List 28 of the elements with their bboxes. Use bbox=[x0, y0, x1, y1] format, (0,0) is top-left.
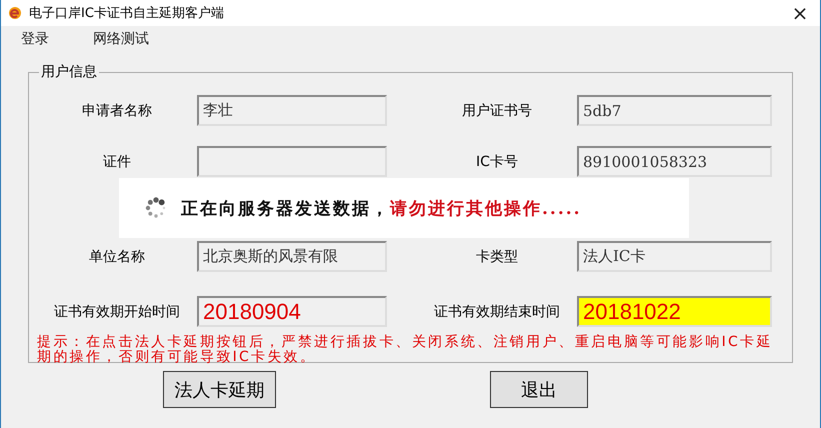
field-label: 证件 bbox=[102, 152, 132, 170]
input-field[interactable]: 20181022 bbox=[577, 296, 772, 327]
warning-message: 请勿进行其他操作..... bbox=[390, 198, 582, 220]
window-title: 电子口岸IC卡证书自主延期客户端 bbox=[29, 5, 224, 22]
input-field[interactable]: 20180904 bbox=[197, 296, 387, 327]
group-title: 用户信息 bbox=[40, 63, 98, 81]
menu-item[interactable]: 网络测试 bbox=[89, 30, 153, 48]
input-field[interactable]: 北京奥斯的风景有限 bbox=[197, 241, 387, 272]
extend-button[interactable]: 法人卡延期 bbox=[163, 371, 276, 408]
field-label: 用户证书号 bbox=[461, 102, 533, 120]
field-label: 卡类型 bbox=[475, 248, 519, 266]
progress-message: 正在向服务器发送数据， bbox=[181, 198, 390, 220]
field-label: IC卡号 bbox=[475, 152, 519, 170]
input-field[interactable]: 5db7 bbox=[577, 95, 772, 126]
spinner-icon bbox=[145, 197, 167, 219]
input-field[interactable] bbox=[197, 146, 387, 177]
menu-item[interactable]: 登录 bbox=[17, 30, 53, 48]
field-label: 证书有效期结束时间 bbox=[433, 302, 561, 320]
field-label: 证书有效期开始时间 bbox=[53, 302, 181, 320]
exit-button[interactable]: 退出 bbox=[490, 371, 588, 408]
field-label: 单位名称 bbox=[88, 248, 146, 266]
input-field[interactable]: 法人IC卡 bbox=[577, 241, 772, 272]
app-logo-icon bbox=[8, 6, 22, 20]
input-field[interactable]: 李壮 bbox=[197, 95, 387, 126]
field-label: 申请者名称 bbox=[81, 102, 153, 120]
close-button[interactable]: × bbox=[780, 0, 820, 26]
hint-text: 提示：在点击法人卡延期按钮后，严禁进行插拔卡、关闭系统、注销用户、重启电脑等可能影响IC卡延期的操作，否则有可能导致IC卡失效。 bbox=[37, 335, 774, 365]
input-field[interactable]: 8910001058323 bbox=[577, 146, 772, 177]
